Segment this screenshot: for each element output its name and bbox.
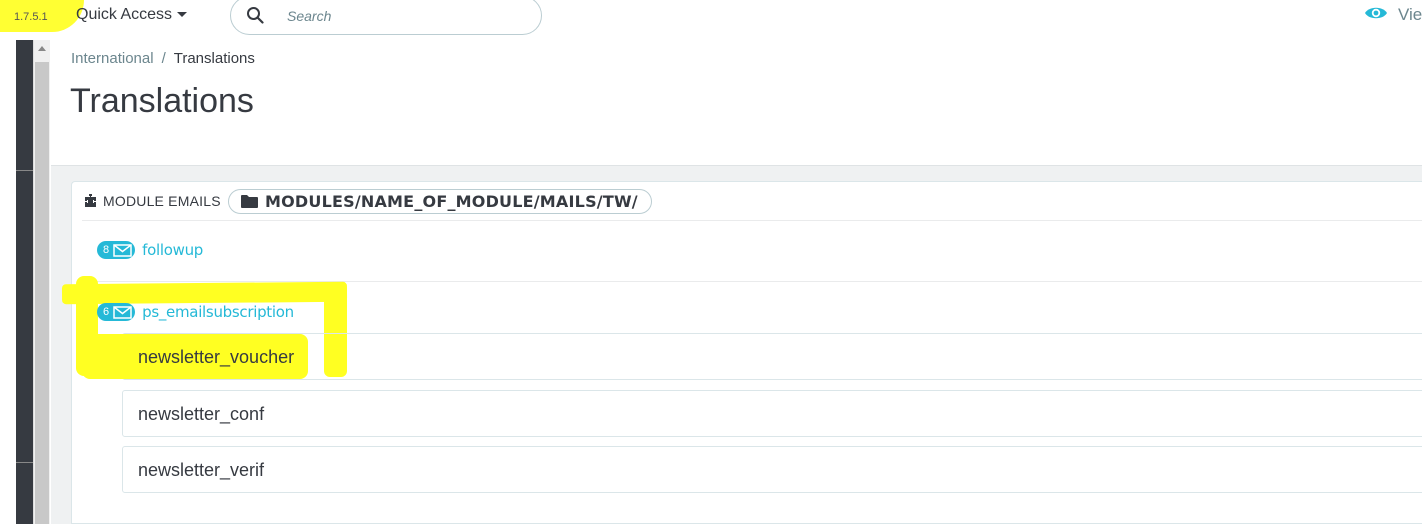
sidebar-divider bbox=[16, 170, 33, 171]
module-followup[interactable]: 8 followup bbox=[97, 240, 203, 260]
email-count: 6 bbox=[103, 306, 110, 318]
view-shop-link[interactable]: View bbox=[1398, 5, 1422, 25]
quick-access-label: Quick Access bbox=[76, 6, 173, 23]
email-template-row[interactable]: newsletter_voucher bbox=[82, 333, 1422, 380]
caret-down-icon bbox=[177, 12, 188, 18]
folder-icon bbox=[241, 195, 258, 208]
page-title: Translations bbox=[70, 82, 254, 120]
highlight-mark bbox=[61, 281, 348, 305]
email-template-name: newsletter_voucher bbox=[138, 347, 295, 367]
breadcrumb: International / Translations bbox=[71, 50, 255, 67]
sidebar-collapsed bbox=[16, 40, 33, 524]
version-number: 1.7.5.1 bbox=[14, 11, 48, 23]
envelope-icon bbox=[113, 305, 132, 319]
quick-access-dropdown[interactable]: Quick Access bbox=[76, 6, 188, 24]
email-count-badge: 8 bbox=[97, 241, 136, 259]
email-template-name: newsletter_verif bbox=[138, 460, 265, 480]
path-badge: MODULES/NAME_OF_MODULE/MAILS/TW/ bbox=[228, 189, 652, 214]
path-text: MODULES/NAME_OF_MODULE/MAILS/TW/ bbox=[265, 192, 638, 211]
module-name-link[interactable]: ps_emailsubscription bbox=[142, 303, 294, 321]
email-template-row[interactable]: newsletter_verif bbox=[122, 446, 1422, 493]
sidebar-divider bbox=[16, 462, 33, 463]
email-count-badge: 6 bbox=[97, 303, 136, 321]
breadcrumb-separator: / bbox=[161, 50, 166, 67]
eye-icon[interactable] bbox=[1364, 4, 1388, 22]
module-ps-emailsubscription[interactable]: 6 ps_emailsubscription bbox=[97, 302, 294, 322]
breadcrumb-international[interactable]: International bbox=[71, 50, 154, 67]
scrollbar-thumb[interactable] bbox=[35, 62, 49, 524]
module-name-link[interactable]: followup bbox=[142, 241, 203, 259]
panel-title: MODULE EMAILS bbox=[103, 193, 221, 209]
search-icon[interactable] bbox=[246, 6, 264, 24]
puzzle-icon bbox=[85, 194, 96, 207]
envelope-icon bbox=[113, 243, 132, 257]
search-input[interactable] bbox=[287, 6, 527, 26]
scroll-up-arrow-icon[interactable] bbox=[38, 46, 46, 51]
email-template-name: newsletter_conf bbox=[138, 404, 265, 424]
email-template-row[interactable]: newsletter_conf bbox=[122, 390, 1422, 437]
scrollbar[interactable] bbox=[33, 40, 50, 524]
email-count: 8 bbox=[103, 244, 110, 256]
breadcrumb-current: Translations bbox=[173, 50, 255, 67]
